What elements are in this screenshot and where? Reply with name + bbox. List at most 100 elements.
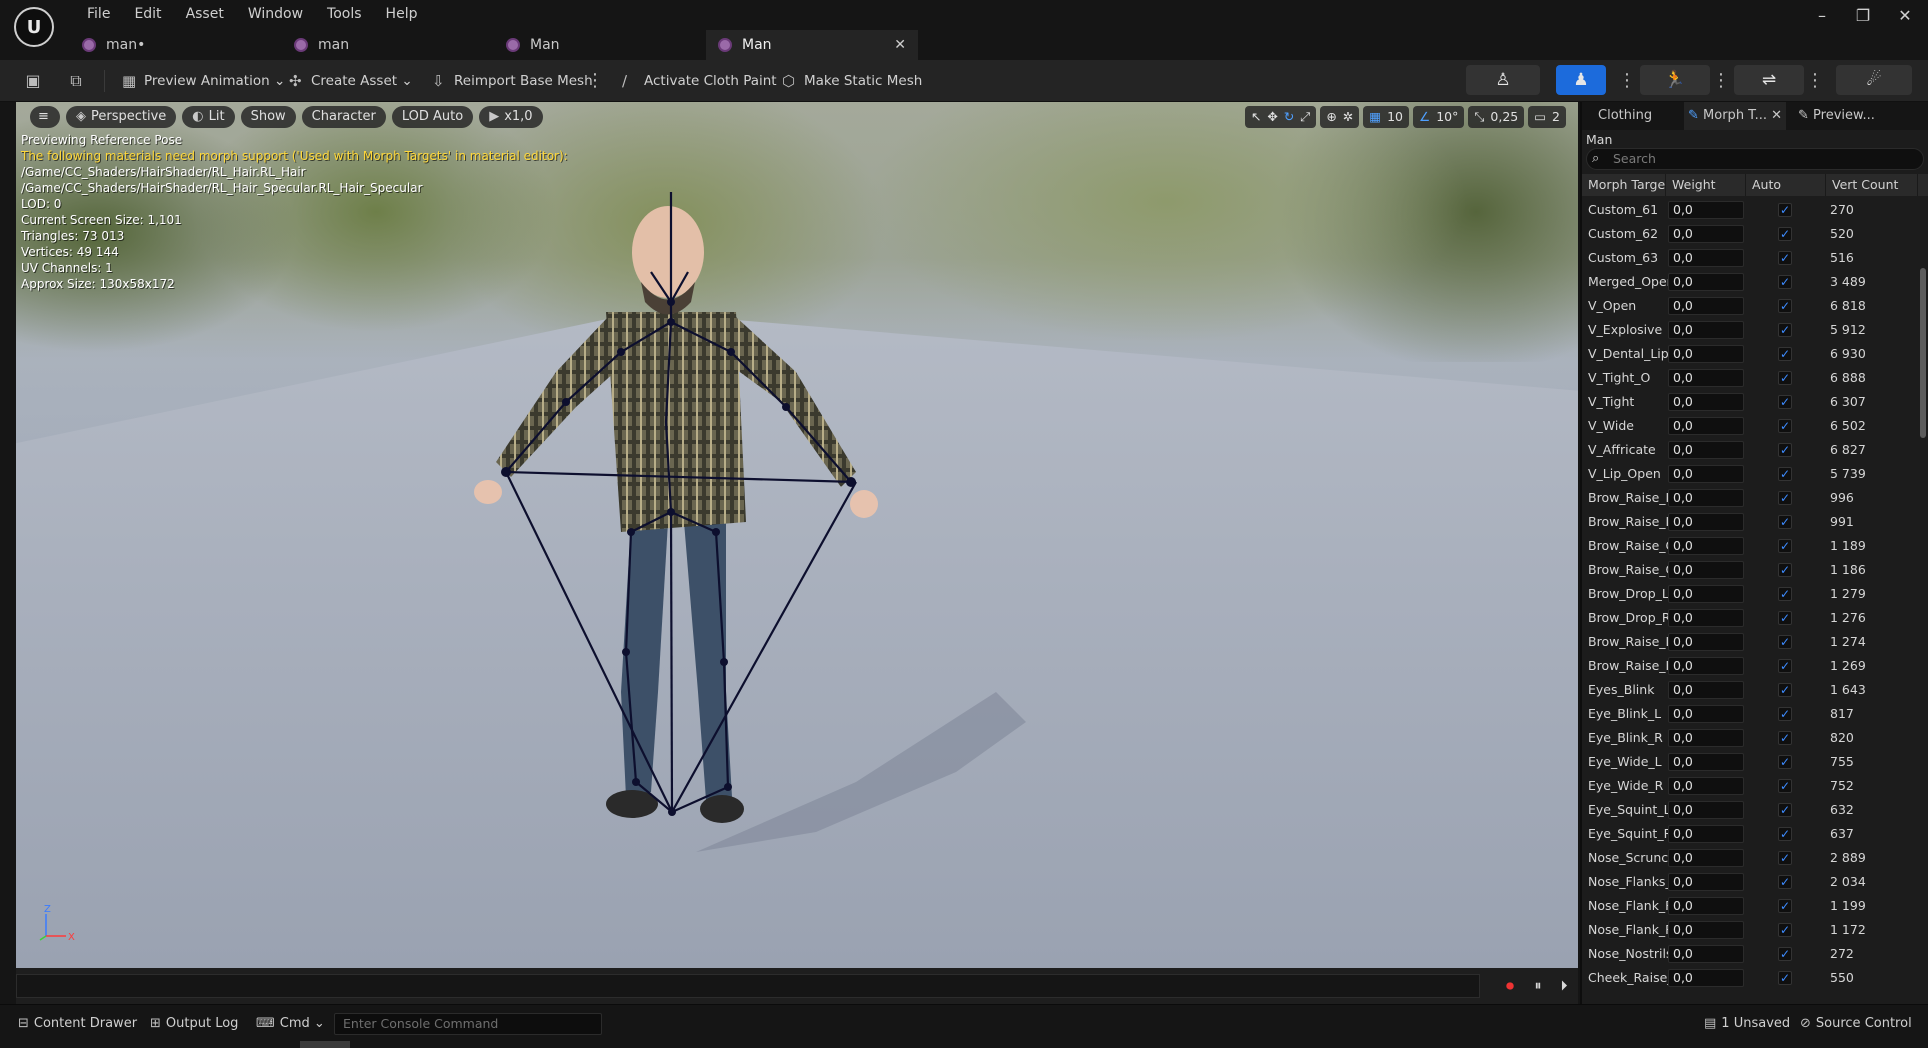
auto-checkbox[interactable]: ✓	[1778, 563, 1792, 577]
auto-checkbox[interactable]: ✓	[1778, 443, 1792, 457]
search-input[interactable]: Search	[1586, 148, 1924, 170]
table-row[interactable]: V_Tight 0,0 ✓ 6 307	[1582, 390, 1918, 414]
auto-checkbox[interactable]: ✓	[1778, 635, 1792, 649]
step-forward-icon[interactable]: ⏵	[1554, 976, 1574, 996]
weight-input[interactable]: 0,0	[1668, 273, 1744, 291]
perspective-button[interactable]: ◈ Perspective	[66, 106, 177, 128]
console-command-input[interactable]: Enter Console Command	[334, 1013, 602, 1035]
weight-input[interactable]: 0,0	[1668, 537, 1744, 555]
more-options-icon[interactable]: ⋮	[1806, 68, 1824, 94]
column-auto[interactable]: Auto	[1746, 174, 1826, 196]
weight-input[interactable]: 0,0	[1668, 897, 1744, 915]
close-tab-icon[interactable]: ✕	[894, 30, 906, 60]
table-row[interactable]: V_Affricate 0,0 ✓ 6 827	[1582, 438, 1918, 462]
auto-checkbox[interactable]: ✓	[1778, 947, 1792, 961]
weight-input[interactable]: 0,0	[1668, 201, 1744, 219]
list-scrollbar[interactable]	[1920, 268, 1926, 438]
more-options-icon[interactable]: ⋮	[1712, 68, 1730, 94]
table-row[interactable]: V_Lip_Open 0,0 ✓ 5 739	[1582, 462, 1918, 486]
weight-input[interactable]: 0,0	[1668, 321, 1744, 339]
auto-checkbox[interactable]: ✓	[1778, 731, 1792, 745]
show-button[interactable]: Show	[240, 106, 296, 128]
unreal-logo-icon[interactable]: U	[14, 7, 54, 47]
weight-input[interactable]: 0,0	[1668, 513, 1744, 531]
weight-input[interactable]: 0,0	[1668, 633, 1744, 651]
weight-input[interactable]: 0,0	[1668, 345, 1744, 363]
auto-checkbox[interactable]: ✓	[1778, 467, 1792, 481]
table-row[interactable]: Nose_Scrunch 0,0 ✓ 2 889	[1582, 846, 1918, 870]
auto-checkbox[interactable]: ✓	[1778, 611, 1792, 625]
world-space-icon[interactable]: ⊕	[1326, 106, 1336, 128]
tab-preview-scene[interactable]: ✎ Preview...	[1792, 102, 1912, 130]
tab-man-skeleton[interactable]: man	[282, 30, 482, 60]
scale-snap[interactable]: ⤡ 0,25	[1468, 106, 1525, 128]
weight-input[interactable]: 0,0	[1668, 561, 1744, 579]
playback-speed-button[interactable]: ▶ x1,0	[479, 106, 543, 128]
table-row[interactable]: V_Open 0,0 ✓ 6 818	[1582, 294, 1918, 318]
table-row[interactable]: V_Dental_Lip 0,0 ✓ 6 930	[1582, 342, 1918, 366]
table-row[interactable]: Brow_Raise_In0,0 ✓ 991	[1582, 510, 1918, 534]
menu-window[interactable]: Window	[236, 3, 315, 25]
table-row[interactable]: Merged_Open 0,0 ✓ 3 489	[1582, 270, 1918, 294]
weight-input[interactable]: 0,0	[1668, 249, 1744, 267]
auto-checkbox[interactable]: ✓	[1778, 683, 1792, 697]
weight-input[interactable]: 0,0	[1668, 849, 1744, 867]
pause-icon[interactable]: ⏸	[1528, 976, 1548, 996]
tab-man-mesh[interactable]: Man	[494, 30, 694, 60]
more-options-icon[interactable]: ⋮	[586, 68, 604, 94]
close-tab-icon[interactable]: ✕	[1771, 102, 1782, 130]
tab-clothing[interactable]: Clothing	[1592, 102, 1682, 130]
weight-input[interactable]: 0,0	[1668, 873, 1744, 891]
preview-animation-button[interactable]: ▦ Preview Animation ⌄	[120, 68, 285, 94]
lit-button[interactable]: ◐ Lit	[182, 106, 235, 128]
tab-morph-targets[interactable]: ✎ Morph T... ✕	[1684, 102, 1786, 130]
weight-input[interactable]: 0,0	[1668, 393, 1744, 411]
weight-input[interactable]: 0,0	[1668, 945, 1744, 963]
lod-button[interactable]: LOD Auto	[391, 106, 474, 128]
weight-input[interactable]: 0,0	[1668, 825, 1744, 843]
reimport-base-mesh-button[interactable]: ⇩ Reimport Base Mesh	[430, 68, 593, 94]
table-row[interactable]: Brow_Raise_F 0,0 ✓ 1 269	[1582, 654, 1918, 678]
character-button[interactable]: Character	[301, 106, 386, 128]
auto-checkbox[interactable]: ✓	[1778, 515, 1792, 529]
auto-checkbox[interactable]: ✓	[1778, 347, 1792, 361]
timeline-track[interactable]	[16, 974, 1480, 998]
table-row[interactable]: Eye_Squint_R 0,0 ✓ 637	[1582, 822, 1918, 846]
table-row[interactable]: Eye_Blink_L 0,0 ✓ 817	[1582, 702, 1918, 726]
auto-checkbox[interactable]: ✓	[1778, 299, 1792, 313]
auto-checkbox[interactable]: ✓	[1778, 227, 1792, 241]
weight-input[interactable]: 0,0	[1668, 417, 1744, 435]
auto-checkbox[interactable]: ✓	[1778, 875, 1792, 889]
weight-input[interactable]: 0,0	[1668, 465, 1744, 483]
column-vert-count[interactable]: Vert Count	[1826, 174, 1918, 196]
weight-input[interactable]: 0,0	[1668, 753, 1744, 771]
table-row[interactable]: V_Explosive 0,0 ✓ 5 912	[1582, 318, 1918, 342]
unsaved-button[interactable]: ▤ 1 Unsaved	[1704, 1013, 1790, 1035]
table-row[interactable]: Nose_Flank_R 0,0 ✓ 1 172	[1582, 918, 1918, 942]
browse-asset-icon[interactable]: ⧉	[63, 68, 89, 94]
more-options-icon[interactable]: ⋮	[1618, 68, 1636, 94]
weight-input[interactable]: 0,0	[1668, 681, 1744, 699]
cmd-dropdown[interactable]: ⌨ Cmd ⌄	[256, 1013, 325, 1035]
table-row[interactable]: Brow_Raise_In0,0 ✓ 996	[1582, 486, 1918, 510]
preview-viewport[interactable]: ≡ ◈ Perspective ◐ Lit Show Character LOD A…	[16, 102, 1578, 968]
auto-checkbox[interactable]: ✓	[1778, 779, 1792, 793]
auto-checkbox[interactable]: ✓	[1778, 971, 1792, 985]
table-row[interactable]: Nose_Nostrils 0,0 ✓ 272	[1582, 942, 1918, 966]
tab-man-modified[interactable]: man•	[70, 30, 270, 60]
table-row[interactable]: Eye_Wide_L 0,0 ✓ 755	[1582, 750, 1918, 774]
auto-checkbox[interactable]: ✓	[1778, 659, 1792, 673]
table-row[interactable]: Eye_Squint_L 0,0 ✓ 632	[1582, 798, 1918, 822]
auto-checkbox[interactable]: ✓	[1778, 251, 1792, 265]
source-control-button[interactable]: ⊘ Source Control	[1800, 1013, 1912, 1035]
blueprint-mode-button[interactable]: ⇌	[1734, 65, 1804, 95]
content-drawer-button[interactable]: ⊟ Content Drawer	[18, 1013, 137, 1035]
auto-checkbox[interactable]: ✓	[1778, 419, 1792, 433]
translate-icon[interactable]: ✥	[1267, 106, 1277, 128]
auto-checkbox[interactable]: ✓	[1778, 851, 1792, 865]
output-log-button[interactable]: ⊞ Output Log	[150, 1013, 238, 1035]
mesh-mode-button[interactable]: ♟	[1556, 65, 1606, 95]
table-row[interactable]: Brow_Raise_L 0,0 ✓ 1 274	[1582, 630, 1918, 654]
table-row[interactable]: Brow_Raise_O 0,0 ✓ 1 189	[1582, 534, 1918, 558]
weight-input[interactable]: 0,0	[1668, 441, 1744, 459]
